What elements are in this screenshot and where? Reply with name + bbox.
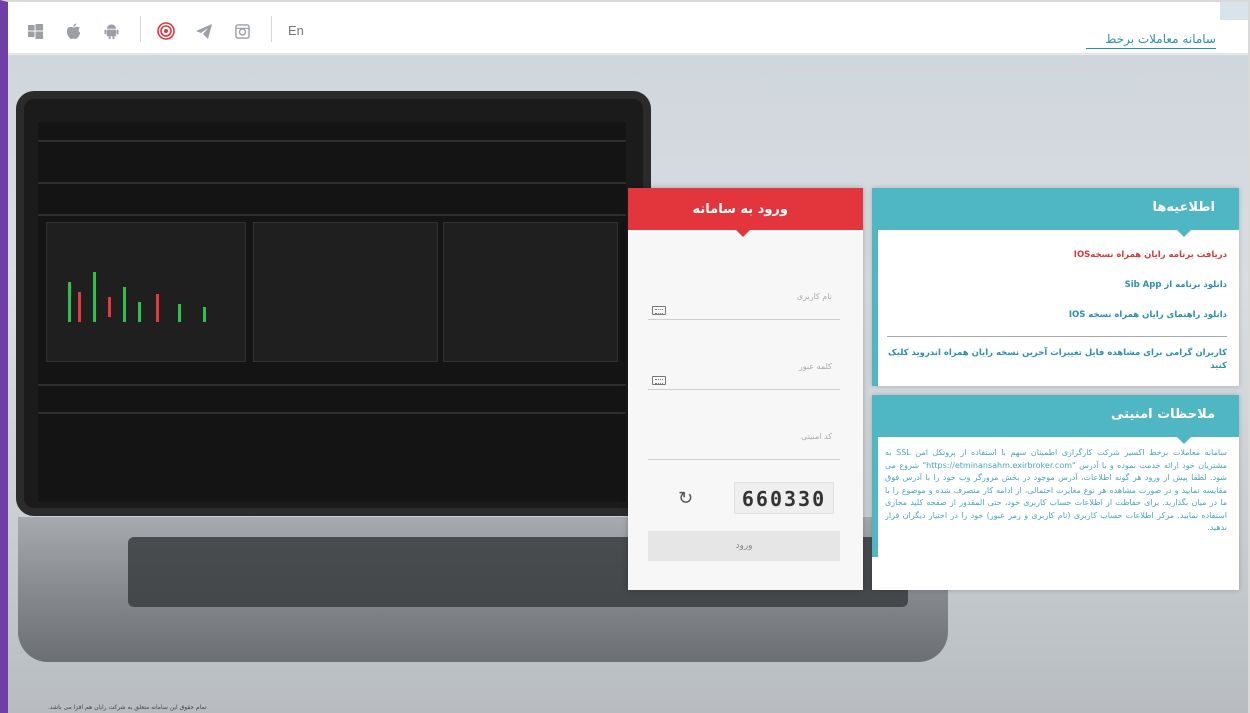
android-icon[interactable] xyxy=(102,22,120,40)
chart-panel xyxy=(46,222,246,362)
news-item-sibapp[interactable]: دانلود برنامه از Sib App xyxy=(887,280,1227,290)
copyright-text: تمام حقوق این سامانه متعلق به شرکت رایان… xyxy=(48,704,207,711)
target-icon[interactable] xyxy=(157,22,175,40)
news-item-ios-app[interactable]: دریافت برنامه رایان همراه نسخهIOS xyxy=(887,250,1227,260)
screen-row xyxy=(38,412,626,414)
candle xyxy=(78,292,81,322)
trading-app-screenshot xyxy=(38,122,626,502)
divider xyxy=(887,336,1227,337)
corner-block xyxy=(1220,2,1248,20)
refresh-icon[interactable]: ↻ xyxy=(678,488,693,509)
language-switch[interactable]: En xyxy=(288,23,304,38)
candle xyxy=(156,294,159,322)
security-title: ملاحظات امنیتی xyxy=(872,395,1239,444)
password-placeholder: کلمه عبور xyxy=(798,362,832,371)
candle xyxy=(108,297,111,317)
separator xyxy=(140,16,141,42)
candle xyxy=(138,302,141,322)
login-panel: ورود به سامانه نام کاربری کلمه عبور کد ا… xyxy=(628,188,863,590)
candle xyxy=(68,282,71,322)
top-bar: En سامانه معاملات برخط xyxy=(8,2,1248,54)
candle xyxy=(93,272,96,322)
orders-panel xyxy=(253,222,438,362)
screen-row xyxy=(38,182,626,184)
candle xyxy=(203,307,206,322)
separator xyxy=(271,16,272,42)
screen-row xyxy=(38,214,626,216)
browser-frame: En سامانه معاملات برخط تمام حقوق این سام… xyxy=(0,0,1250,713)
news-title: اطلاعیه‌ها xyxy=(872,188,1239,237)
screen-row xyxy=(38,140,626,142)
candle xyxy=(123,287,126,322)
captcha-field[interactable]: کد امنیتی xyxy=(648,432,840,460)
platform-icons: En xyxy=(26,16,304,42)
security-panel: ملاحظات امنیتی سامانه معاملات برخط اکسیر… xyxy=(872,395,1239,590)
screen-row xyxy=(38,384,626,386)
accent-stripe xyxy=(872,230,878,386)
captcha-row: ↻ 660330 xyxy=(648,480,840,516)
apple-icon[interactable] xyxy=(64,22,82,40)
news-panel: اطلاعیه‌ها دریافت برنامه رایان همراه نسخ… xyxy=(872,188,1239,386)
keyboard-icon[interactable] xyxy=(652,306,666,315)
accent-stripe xyxy=(872,437,878,557)
username-placeholder: نام کاربری xyxy=(796,292,832,301)
news-item-ios-guide[interactable]: دانلود راهنمای رایان همراه نسخه IOS xyxy=(887,310,1227,320)
keyboard-icon[interactable] xyxy=(652,376,666,385)
telegram-icon[interactable] xyxy=(195,22,213,40)
captcha-placeholder: کد امنیتی xyxy=(801,432,832,441)
security-text: سامانه معاملات برخط اکسیر شرکت کارگزاری … xyxy=(885,448,1227,532)
windows-icon[interactable] xyxy=(26,22,44,40)
candle xyxy=(178,304,181,322)
brand-title[interactable]: سامانه معاملات برخط xyxy=(1086,32,1216,49)
login-title: ورود به سامانه xyxy=(628,188,863,237)
news-list: دریافت برنامه رایان همراه نسخهIOS دانلود… xyxy=(887,250,1227,373)
password-field[interactable]: کلمه عبور xyxy=(648,362,840,390)
username-field[interactable]: نام کاربری xyxy=(648,292,840,320)
market-panel xyxy=(443,222,618,362)
news-item-android-changes[interactable]: کاربران گرامی برای مشاهده فایل تغییرات آ… xyxy=(887,347,1227,373)
captcha-image: 660330 xyxy=(734,482,834,514)
login-button[interactable]: ورود xyxy=(648,531,840,561)
instagram-icon[interactable] xyxy=(233,22,251,40)
